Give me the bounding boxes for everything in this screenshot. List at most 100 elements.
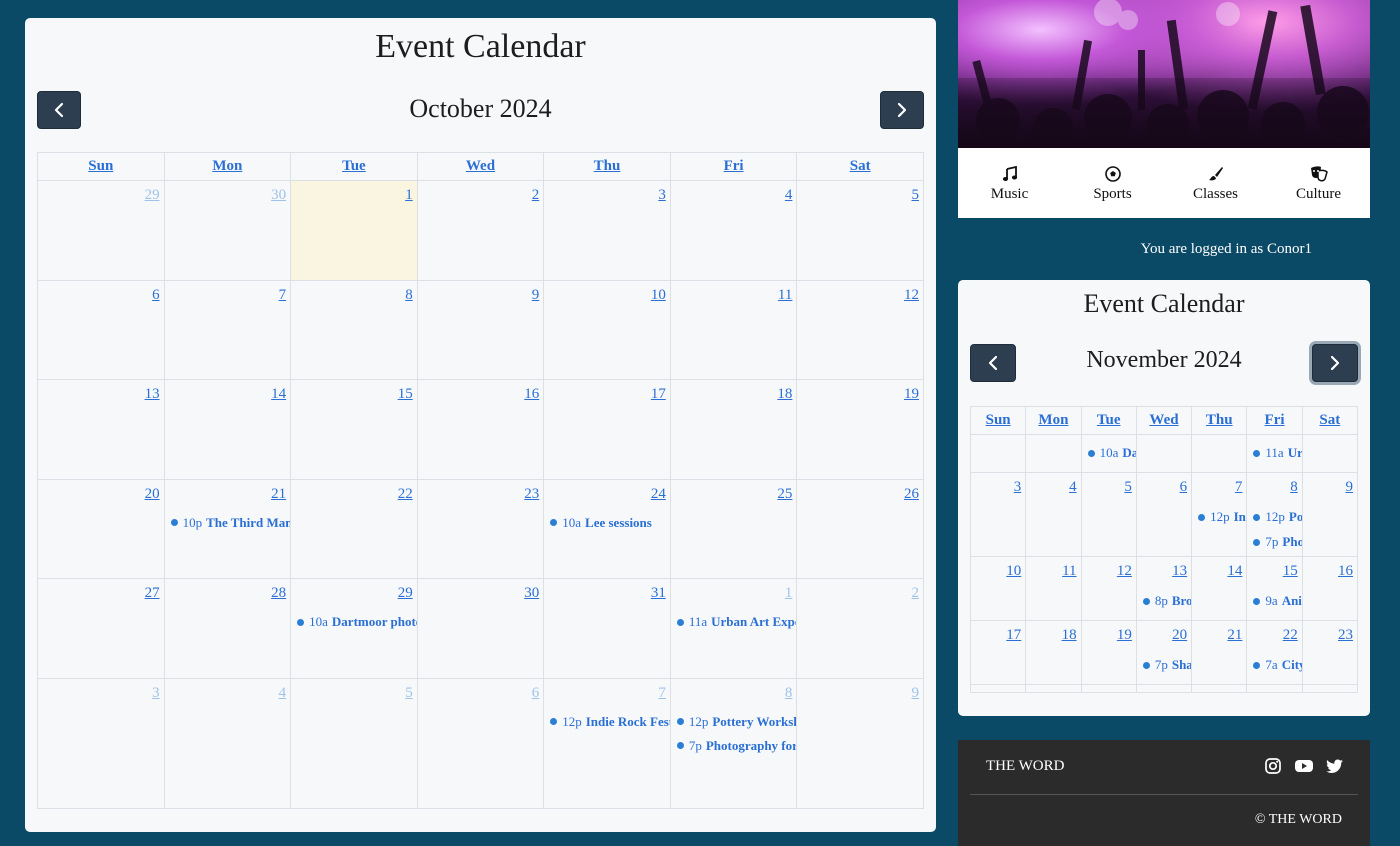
day-number-link[interactable]: 14 [271,386,286,403]
category-music[interactable]: Music [958,148,1061,218]
day-cell[interactable]: 15 [290,379,418,480]
day-cell[interactable]: 10aDa [1080,434,1137,473]
day-number-link[interactable]: 7 [279,287,287,304]
day-number-link[interactable]: 4 [785,187,793,204]
day-number-link[interactable]: 2 [912,585,920,602]
day-number-link[interactable]: 21 [1227,627,1242,644]
day-number-link[interactable]: 6 [152,287,160,304]
day-number-link[interactable]: 29 [145,187,160,204]
day-number-link[interactable]: 1 [785,585,793,602]
weekday-header[interactable]: Thu [543,152,671,181]
day-cell[interactable] [969,434,1027,473]
day-cell[interactable]: 9 [1301,472,1359,557]
day-number-link[interactable]: 16 [524,386,539,403]
day-cell[interactable]: 1 11a Urban Art Expo [669,578,798,679]
day-number-link[interactable]: 15 [398,386,413,403]
day-cell[interactable]: 10 [969,556,1027,621]
event-item[interactable]: 7pPho [1253,534,1301,550]
weekday-header[interactable]: Sun [37,152,165,181]
event-item[interactable]: 8p Bro [1142,593,1191,609]
day-cell[interactable]: 11a Ur [1246,434,1303,473]
day-number-link[interactable]: 8 [1290,479,1298,496]
youtube-icon[interactable] [1294,757,1314,779]
day-cell[interactable]: 30 [163,180,292,281]
day-number-link[interactable]: 4 [1069,479,1077,496]
event-item[interactable]: 12pPottery Workshop [676,714,796,730]
weekday-header[interactable]: Tue [290,152,418,181]
day-number-link[interactable]: 14 [1227,563,1242,580]
day-cell[interactable]: 27 [37,578,165,679]
day-number-link[interactable]: 6 [532,685,540,702]
day-number-link[interactable]: 10 [1006,563,1021,580]
day-cell[interactable]: 19 [796,379,924,480]
day-cell[interactable]: 18 [1025,620,1082,685]
day-cell[interactable] [969,684,1027,693]
day-cell[interactable]: 14 [1191,556,1248,621]
day-number-link[interactable]: 16 [1338,563,1353,580]
day-number-link[interactable]: 21 [271,486,286,503]
weekday-header[interactable]: Sat [1301,406,1359,435]
day-number-link[interactable]: 10 [651,287,666,304]
day-cell[interactable]: 6 [1135,472,1193,557]
day-cell[interactable]: 31 [543,578,671,679]
day-cell[interactable]: 22 7aCity [1246,620,1303,685]
day-number-link[interactable]: 9 [532,287,540,304]
day-cell[interactable]: 16 [1301,556,1359,621]
day-cell[interactable]: 3 [37,677,165,809]
event-item[interactable]: 9a Ani [1253,593,1301,609]
day-number-link[interactable]: 3 [152,685,160,702]
day-cell[interactable]: 5 [290,677,418,809]
day-number-link[interactable]: 20 [145,486,160,503]
day-cell[interactable]: 20 [37,478,165,580]
event-item[interactable]: 11a Urban Art Expo [676,614,796,630]
weekday-header[interactable]: Wed [1135,406,1193,435]
day-number-link[interactable]: 13 [1172,563,1187,580]
day-number-link[interactable]: 1 [405,187,413,204]
day-cell[interactable]: 2 [796,578,924,679]
day-cell[interactable]: 13 8p Bro [1135,556,1193,621]
weekday-header[interactable]: Thu [1191,406,1248,435]
day-number-link[interactable]: 13 [145,386,160,403]
day-number-link[interactable]: 4 [279,685,287,702]
event-item[interactable]: 12pPo [1253,509,1301,525]
day-cell[interactable]: 6 [37,279,165,381]
day-cell[interactable] [1025,684,1082,693]
day-cell[interactable]: 3 [543,180,671,281]
day-number-link[interactable]: 22 [1283,627,1298,644]
day-number-link[interactable]: 3 [1014,479,1022,496]
day-cell[interactable]: 5 [796,180,924,281]
day-number-link[interactable]: 19 [904,386,919,403]
day-cell[interactable]: 30 [416,578,545,679]
day-number-link[interactable]: 7 [1235,479,1243,496]
day-cell[interactable]: 1 [290,180,418,281]
day-number-link[interactable]: 23 [1338,627,1353,644]
day-number-link[interactable]: 17 [1006,627,1021,644]
day-cell[interactable] [1246,684,1303,693]
day-number-link[interactable]: 26 [904,486,919,503]
weekday-header[interactable]: Mon [163,152,292,181]
day-number-link[interactable]: 5 [912,187,920,204]
weekday-header[interactable]: Wed [416,152,545,181]
day-cell[interactable]: 12 [796,279,924,381]
event-item[interactable]: 12p Indie Rock Fest [550,714,669,730]
day-cell[interactable]: 23 [416,478,545,580]
weekday-header[interactable]: Tue [1080,406,1137,435]
next-month-button[interactable] [1312,344,1358,382]
day-number-link[interactable]: 5 [1124,479,1132,496]
day-cell[interactable] [1191,434,1248,473]
day-cell[interactable]: 7 [163,279,292,381]
day-number-link[interactable]: 6 [1180,479,1188,496]
day-number-link[interactable]: 11 [1062,563,1076,580]
day-number-link[interactable]: 30 [271,187,286,204]
day-cell[interactable]: 4 [163,677,292,809]
day-number-link[interactable]: 30 [524,585,539,602]
day-number-link[interactable]: 5 [405,685,413,702]
day-number-link[interactable]: 9 [912,685,920,702]
day-number-link[interactable]: 15 [1283,563,1298,580]
twitter-icon[interactable] [1326,757,1344,779]
event-item[interactable]: 7p Sha [1142,657,1191,673]
day-number-link[interactable]: 3 [658,187,666,204]
event-item[interactable]: 10p The Third Man [170,515,290,531]
day-cell[interactable] [1135,434,1193,473]
day-cell[interactable]: 18 [669,379,798,480]
